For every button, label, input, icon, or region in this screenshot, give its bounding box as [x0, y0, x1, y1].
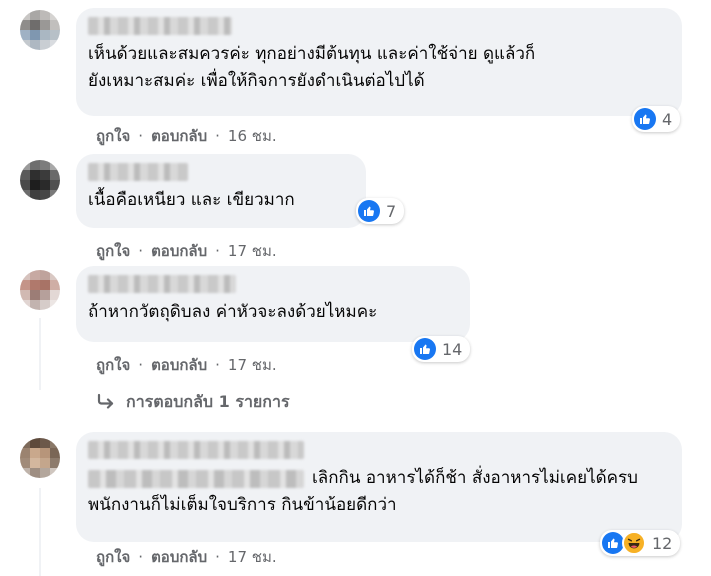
separator: · — [215, 242, 220, 260]
reaction-summary[interactable]: 4 — [632, 106, 681, 132]
avatar[interactable] — [20, 10, 60, 50]
reply-arrow-icon — [96, 393, 116, 413]
comment-text-line-1: เลิกกิน อาหารได้ก็ช้า สั่งอาหารไม่เคยได้… — [88, 465, 668, 492]
separator: · — [215, 356, 220, 374]
avatar[interactable] — [20, 438, 60, 478]
timestamp[interactable]: 17 ชม. — [228, 353, 277, 377]
timestamp[interactable]: 17 ชม. — [228, 239, 277, 263]
avatar[interactable] — [20, 160, 60, 200]
like-icon — [634, 108, 656, 130]
separator: · — [215, 127, 220, 145]
reaction-count: 7 — [386, 201, 397, 221]
commenter-name[interactable] — [88, 441, 304, 459]
commenter-name[interactable] — [88, 17, 232, 35]
comment-text: เลิกกิน อาหารได้ก็ช้า สั่งอาหารไม่เคยได้… — [312, 468, 638, 488]
reply-button[interactable]: ตอบกลับ — [151, 124, 207, 148]
comment-actions: ถูกใจ · ตอบกลับ · 17 ชม. — [96, 353, 277, 377]
comment-bubble: เลิกกิน อาหารได้ก็ช้า สั่งอาหารไม่เคยได้… — [76, 432, 682, 542]
separator: · — [138, 127, 144, 145]
timestamp[interactable]: 17 ชม. — [228, 545, 277, 569]
comment-actions: ถูกใจ · ตอบกลับ · 17 ชม. — [96, 545, 277, 569]
comment-text: พนักงานก็ไม่เต็มใจบริการ กินข้าน้อยดีกว่… — [88, 495, 397, 515]
comment-bubble: เนื้อคือเหนียว และ เขียวมาก — [76, 154, 366, 228]
thread-line — [39, 318, 41, 390]
like-button[interactable]: ถูกใจ — [96, 124, 130, 148]
reaction-summary[interactable]: 7 — [356, 198, 405, 224]
separator: · — [138, 356, 144, 374]
like-icon — [358, 200, 380, 222]
separator: · — [138, 548, 144, 566]
redacted-text — [88, 469, 304, 488]
avatar[interactable] — [20, 270, 60, 310]
comment-actions: ถูกใจ · ตอบกลับ · 16 ชม. — [96, 124, 277, 148]
reaction-summary[interactable]: 14 — [412, 336, 471, 362]
commenter-name[interactable] — [88, 275, 236, 293]
separator: · — [138, 242, 144, 260]
like-button[interactable]: ถูกใจ — [96, 545, 130, 569]
reply-button[interactable]: ตอบกลับ — [151, 239, 207, 263]
reaction-count: 4 — [662, 109, 673, 129]
timestamp[interactable]: 16 ชม. — [228, 124, 277, 148]
haha-icon — [622, 531, 646, 555]
commenter-name[interactable] — [88, 163, 188, 181]
reply-button[interactable]: ตอบกลับ — [151, 545, 207, 569]
separator: · — [215, 548, 220, 566]
thread-line — [39, 488, 41, 576]
view-replies-label[interactable]: การตอบกลับ 1 รายการ — [126, 390, 290, 415]
reaction-summary[interactable]: 12 — [600, 530, 681, 556]
comment-text: เนื้อคือเหนียว และ เขียวมาก — [88, 190, 295, 210]
like-icon — [602, 532, 624, 554]
reply-button[interactable]: ตอบกลับ — [151, 353, 207, 377]
comment-bubble: เห็นด้วยและสมควรค่ะ ทุกอย่างมีต้นทุน และ… — [76, 8, 682, 116]
comment-text: เห็นด้วยและสมควรค่ะ ทุกอย่างมีต้นทุน และ… — [88, 44, 536, 91]
comment-text: ถ้าหากวัตถุดิบลง ค่าหัวจะลงด้วยไหมคะ — [88, 302, 378, 322]
comment-bubble: ถ้าหากวัตถุดิบลง ค่าหัวจะลงด้วยไหมคะ — [76, 266, 470, 342]
view-replies-link[interactable]: การตอบกลับ 1 รายการ — [96, 390, 290, 415]
like-button[interactable]: ถูกใจ — [96, 353, 130, 377]
reaction-count: 14 — [442, 339, 463, 359]
comment-actions: ถูกใจ · ตอบกลับ · 17 ชม. — [96, 239, 277, 263]
like-button[interactable]: ถูกใจ — [96, 239, 130, 263]
like-icon — [414, 338, 436, 360]
reaction-count: 12 — [652, 533, 673, 553]
